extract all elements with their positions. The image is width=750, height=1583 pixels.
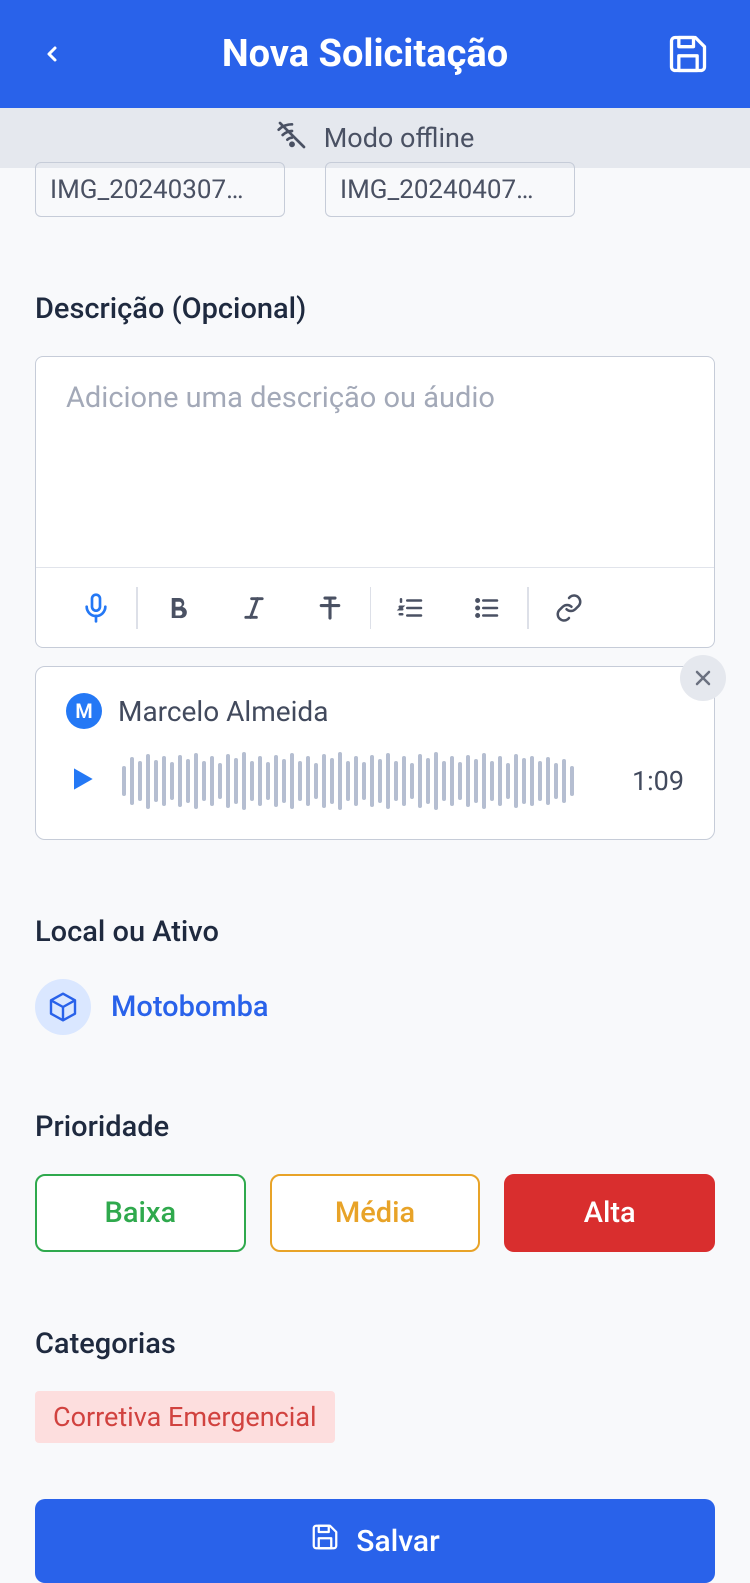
save-button[interactable]: Salvar: [35, 1499, 715, 1583]
link-icon[interactable]: [549, 588, 589, 628]
avatar: M: [66, 693, 102, 729]
bullet-list-icon[interactable]: [467, 588, 507, 628]
italic-icon[interactable]: [234, 588, 274, 628]
categories-label: Categorias: [35, 1327, 715, 1361]
mic-icon[interactable]: [76, 588, 116, 628]
audio-card: M Marcelo Almeida 1:09: [35, 666, 715, 840]
audio-user-name: Marcelo Almeida: [118, 695, 328, 728]
wifi-off-icon: [276, 119, 308, 158]
attachment-chip[interactable]: IMG_20240307…: [35, 162, 285, 217]
audio-waveform[interactable]: [122, 751, 600, 811]
back-button[interactable]: [40, 42, 64, 66]
save-icon-small: [310, 1522, 340, 1560]
attachment-chip[interactable]: IMG_20240407…: [325, 162, 575, 217]
app-header: Nova Solicitação: [0, 0, 750, 108]
attachments-row: IMG_20240307… IMG_20240407…: [35, 162, 715, 217]
offline-banner: Modo offline: [0, 108, 750, 168]
description-input[interactable]: Adicione uma descrição ou áudio: [36, 357, 714, 567]
attachment-name: IMG_20240407…: [340, 175, 534, 205]
bold-icon[interactable]: [158, 588, 198, 628]
location-label: Local ou Ativo: [35, 915, 715, 949]
priority-high[interactable]: Alta: [504, 1174, 715, 1252]
location-selector[interactable]: Motobomba: [35, 979, 715, 1035]
close-icon[interactable]: [680, 655, 726, 701]
play-icon[interactable]: [66, 763, 98, 799]
description-editor: Adicione uma descrição ou áudio: [35, 356, 715, 648]
editor-toolbar: [36, 567, 714, 647]
audio-duration: 1:09: [624, 765, 684, 797]
description-label: Descrição (Opcional): [35, 292, 715, 326]
priority-medium[interactable]: Média: [270, 1174, 481, 1252]
cube-icon: [35, 979, 91, 1035]
offline-label: Modo offline: [324, 122, 475, 154]
location-value: Motobomba: [111, 990, 269, 1024]
attachment-name: IMG_20240307…: [50, 175, 244, 205]
priority-low[interactable]: Baixa: [35, 1174, 246, 1252]
category-tag[interactable]: Corretiva Emergencial: [35, 1391, 335, 1443]
priority-label: Prioridade: [35, 1110, 715, 1144]
save-icon[interactable]: [666, 32, 710, 76]
priority-options: Baixa Média Alta: [35, 1174, 715, 1252]
ordered-list-icon[interactable]: [391, 588, 431, 628]
strikethrough-icon[interactable]: [310, 588, 350, 628]
save-button-label: Salvar: [356, 1524, 439, 1559]
page-title: Nova Solicitação: [64, 32, 666, 76]
